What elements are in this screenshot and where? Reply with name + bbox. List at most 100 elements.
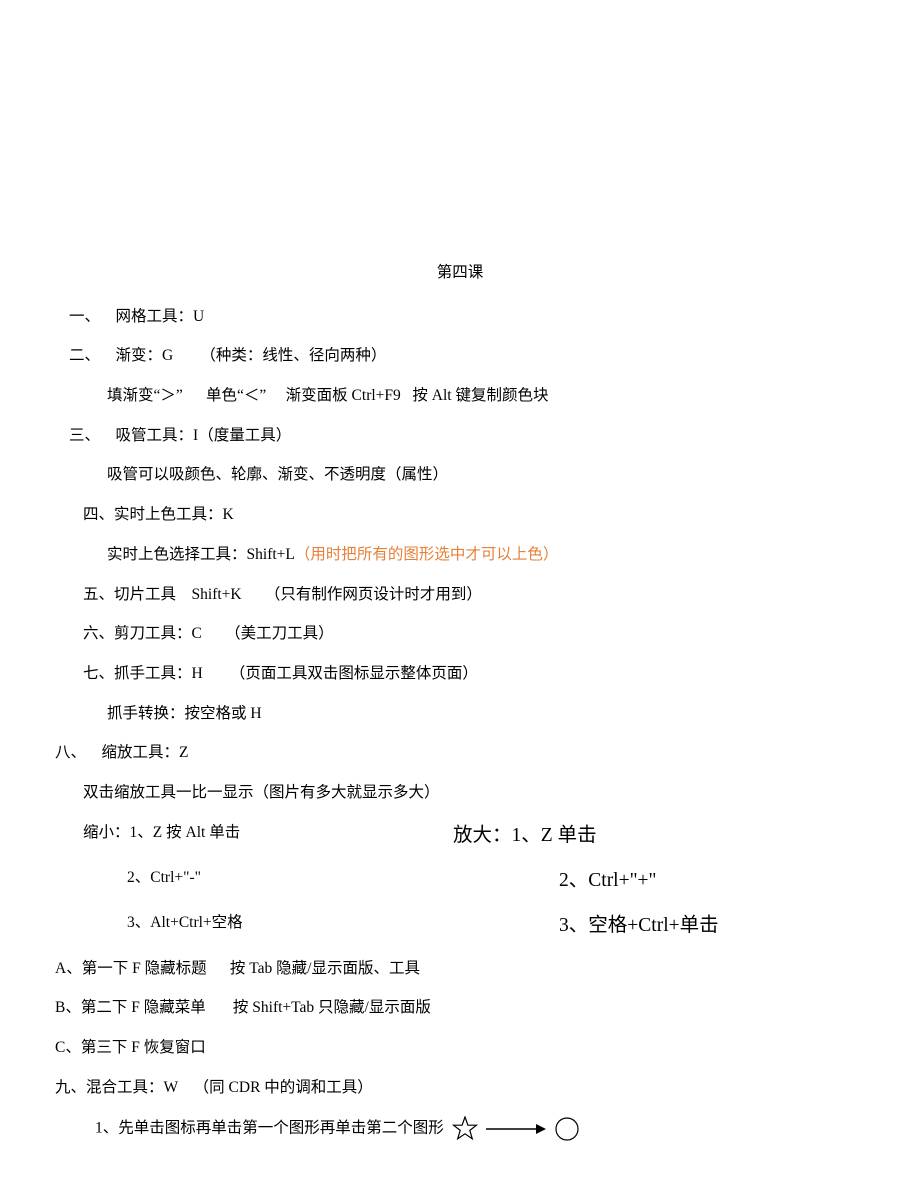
zoom-out-2: 2、Ctrl+"-" <box>55 867 497 889</box>
b-mid-post: 只隐藏/显示面版 <box>318 999 431 1016</box>
item-2-text: 渐变： <box>116 347 163 364</box>
star-icon <box>452 1116 478 1142</box>
a-tail: 隐藏标题 <box>141 960 207 977</box>
a-mid-post: 隐藏/显示面版、工具 <box>276 960 420 977</box>
zoom-in-1-k: Z <box>541 825 558 846</box>
a-pre: A <box>55 960 66 977</box>
item-2-sub-panel-key: Ctrl+F9 <box>352 387 401 404</box>
item-8-sub1-text: 双击缩放工具一比一显示（图片有多大就显示多大） <box>83 784 440 801</box>
item-7-sub: 抓手转换：按空格或 H <box>55 703 865 725</box>
item-3-text-post: （度量工具） <box>198 427 291 444</box>
item-3-text-pre: 吸管工具： <box>116 427 194 444</box>
item-6: 六、剪刀工具：C （美工刀工具） <box>55 623 865 645</box>
item-2-sub-alt-pre: 按 <box>412 387 431 404</box>
item-5-note: （只有制作网页设计时才用到） <box>265 586 482 603</box>
arrow-icon <box>486 1122 546 1136</box>
item-4-text: 四、实时上色工具： <box>83 506 223 523</box>
item-4-key: K <box>223 506 234 523</box>
item-2-key: G <box>162 347 173 364</box>
num-2: 二、 <box>69 347 100 364</box>
a-mid-key: Tab <box>249 960 276 977</box>
b-mid-key: Shift+Tab <box>252 999 318 1016</box>
item-5-text: 五、切片工具 <box>83 586 176 603</box>
zoom-in-3-kp: +Ctrl+ <box>627 915 679 936</box>
zoom-out-1-post: 单击 <box>209 824 240 841</box>
item-2-sub-fill: 填渐变“＞” <box>107 387 183 404</box>
zoom-in-2-num: 2、 <box>559 870 588 891</box>
a-mid-pre: 按 <box>230 960 249 977</box>
zoom-out-label: 缩小： <box>83 824 130 841</box>
circle-icon <box>554 1116 580 1142</box>
item-1-text: 网格工具： <box>116 308 194 325</box>
zoom-out-2-key: Ctrl+"-" <box>150 869 201 886</box>
item-9-sub: 1、先单击图标再单击第一个图形再单击第二个图形 <box>55 1116 865 1142</box>
item-9-sub-text: 先单击图标再单击第一个图形再单击第二个图形 <box>118 1120 444 1137</box>
zoom-out-3: 3、Alt+Ctrl+空格 <box>55 912 497 934</box>
item-9-post-suf: 中的调和工具） <box>264 1079 373 1096</box>
item-7-sub-key: H <box>250 705 261 722</box>
item-7-sub-text: 抓手转换：按空格或 <box>107 705 250 722</box>
item-2-sub-alt-post: 键复制颜色块 <box>455 387 548 404</box>
item-5: 五、切片工具 Shift+K （只有制作网页设计时才用到） <box>55 584 865 606</box>
item-2: 二、 渐变：G （种类：线性、径向两种） <box>55 345 865 367</box>
b-tail: 隐藏菜单 <box>140 999 206 1016</box>
b-text: 、第二下 <box>65 999 131 1016</box>
item-2-note: （种类：线性、径向两种） <box>200 347 386 364</box>
item-3-sub: 吸管可以吸颜色、轮廓、渐变、不透明度（属性） <box>55 464 865 486</box>
item-2-sub-single: 单色“＜” <box>206 387 266 404</box>
item-5-key: Shift+K <box>192 586 242 603</box>
c-key: F <box>131 1039 140 1056</box>
item-2-sub-panel-pre: 渐变面板 <box>286 387 352 404</box>
c-text: 、第三下 <box>65 1039 131 1056</box>
zoom-in-label: 放大： <box>453 825 512 846</box>
a-text: 、第一下 <box>66 960 132 977</box>
zoom-out-1-num: 1、 <box>130 824 153 841</box>
zoom-in-3-mida: 空格 <box>588 915 627 936</box>
num-3: 三、 <box>69 427 100 444</box>
item-9-sub-num: 1、 <box>95 1120 118 1137</box>
item-6-note: （美工刀工具） <box>225 625 334 642</box>
item-9: 九、混合工具：W （同 CDR 中的调和工具） <box>55 1077 865 1099</box>
zoom-in-3: 3、空格+Ctrl+单击 <box>497 912 865 939</box>
item-9-post-key: CDR <box>229 1079 265 1096</box>
item-4: 四、实时上色工具：K <box>55 504 865 526</box>
item-3: 三、 吸管工具：I（度量工具） <box>55 425 865 447</box>
num-8: 八、 <box>55 744 86 761</box>
item-9-post-pre: （同 <box>194 1079 229 1096</box>
zoom-row-2: 2、Ctrl+"-" 2、Ctrl+"+" <box>55 867 865 894</box>
b-key: F <box>131 999 140 1016</box>
zoom-in-1: 放大：1、Z 单击 <box>453 822 865 849</box>
a-key: F <box>132 960 141 977</box>
item-2-sub: 填渐变“＞” 单色“＜” 渐变面板 Ctrl+F9 按 Alt 键复制颜色块 <box>55 385 865 407</box>
item-1-key: U <box>193 308 204 325</box>
item-4-sub: 实时上色选择工具：Shift+L（用时把所有的图形选中才可以上色） <box>55 544 865 566</box>
zoom-out-3-post: 空格 <box>212 914 243 931</box>
item-7-text: 七、抓手工具： <box>83 665 192 682</box>
zoom-out-1-mid: 按 <box>166 824 185 841</box>
zoom-out-1: 缩小：1、Z 按 Alt 单击 <box>55 822 453 844</box>
zoom-in-1-post: 单击 <box>558 825 597 846</box>
zoom-in-2-key: Ctrl+"+" <box>588 870 656 891</box>
zoom-row-1: 缩小：1、Z 按 Alt 单击 放大：1、Z 单击 <box>55 822 865 849</box>
b-mid-pre: 按 <box>233 999 252 1016</box>
item-2-sub-alt-key: Alt <box>432 387 456 404</box>
zoom-out-1-k1: Z <box>153 824 166 841</box>
item-8-sub1: 双击缩放工具一比一显示（图片有多大就显示多大） <box>55 782 865 804</box>
blend-figure <box>452 1116 580 1142</box>
b-pre: B <box>55 999 65 1016</box>
item-6-text: 六、剪刀工具： <box>83 625 192 642</box>
item-4-sub-pre: 实时上色选择工具： <box>107 546 247 563</box>
zoom-out-2-num: 2、 <box>127 869 150 886</box>
zoom-out-3-num: 3、 <box>127 914 150 931</box>
zoom-in-2: 2、Ctrl+"+" <box>497 867 865 894</box>
item-c: C、第三下 F 恢复窗口 <box>55 1037 865 1059</box>
zoom-in-1-num: 1、 <box>512 825 541 846</box>
zoom-in-3-post: 单击 <box>680 915 719 936</box>
document-page: 第四课 一、 网格工具：U 二、 渐变：G （种类：线性、径向两种） 填渐变“＞… <box>0 0 920 1200</box>
item-8-key: Z <box>179 744 188 761</box>
item-4-sub-key: Shift+L <box>247 546 295 563</box>
item-8: 八、 缩放工具：Z <box>55 742 865 764</box>
zoom-out-1-k2: Alt <box>186 824 210 841</box>
item-4-sub-highlight: （用时把所有的图形选中才可以上色） <box>295 546 559 563</box>
lesson-title: 第四课 <box>55 262 865 284</box>
